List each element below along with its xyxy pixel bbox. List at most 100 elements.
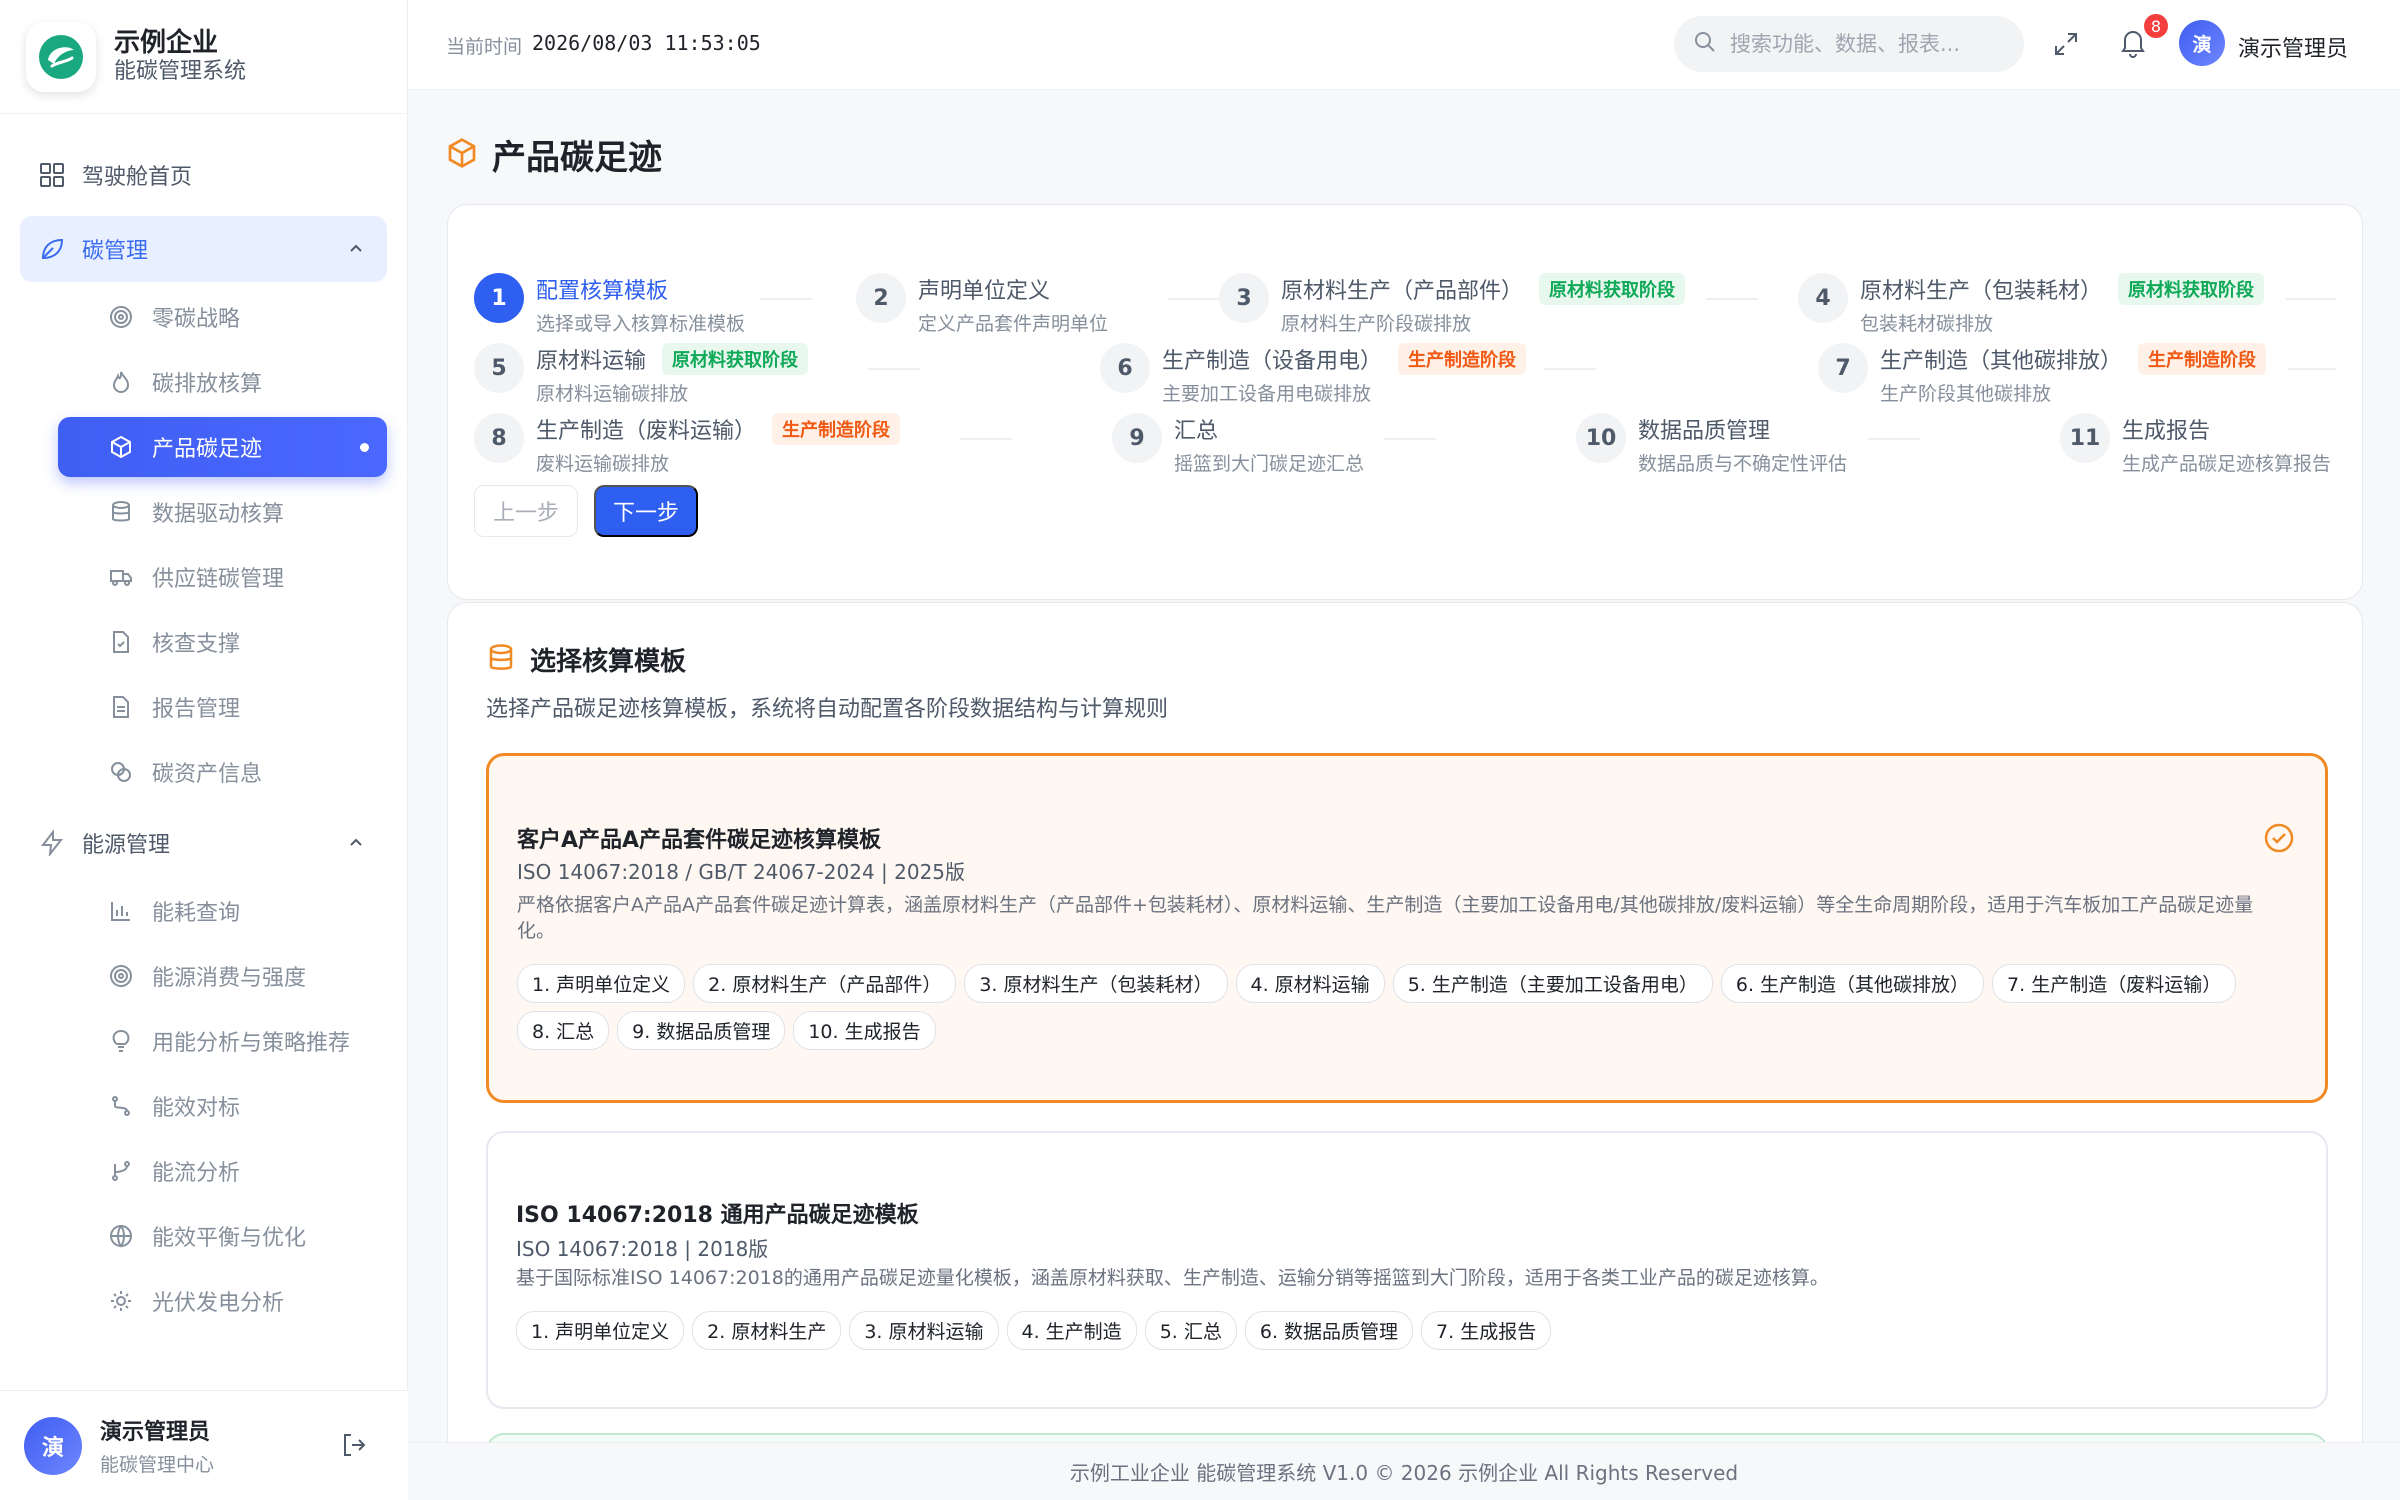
step-4[interactable]: 4 原材料生产（包装耗材） 原材料获取阶段 包装耗材碳排放 [1798,273,2265,336]
sidebar-item-energy-query[interactable]: 能耗查询 [58,881,387,941]
sidebar-item-energy-analysis[interactable]: 用能分析与策略推荐 [58,1011,387,1071]
sidebar-group-label: 能源管理 [82,833,171,858]
next-step-button[interactable]: 下一步 [594,485,698,537]
cube-icon [446,137,478,173]
dashboard-icon [38,161,66,189]
template-option-partial[interactable] [486,1433,2328,1442]
sidebar-item-efficiency-balance[interactable]: 能效平衡与优化 [58,1206,387,1266]
file-check-icon [108,629,134,655]
steps-card: 1 配置核算模板 选择或导入核算标准模板 2 声明单位定义 定义产品套件声明单位… [447,204,2363,600]
step-3[interactable]: 3 原材料生产（产品部件） 原材料获取阶段 原材料生产阶段碳排放 [1219,273,1686,336]
sidebar-item-label: 数据驱动核算 [152,502,285,527]
step-title: 原材料生产（产品部件） [1281,279,1524,304]
step-title: 原材料运输 [536,349,647,374]
sidebar-item-supply-chain[interactable]: 供应链碳管理 [58,547,387,607]
step-number: 6 [1100,343,1150,393]
step-number: 8 [474,413,524,463]
flame-icon [108,369,134,395]
section-title-text: 选择核算模板 [530,647,687,677]
template-option-customer-a[interactable]: 客户A产品A产品套件碳足迹核算模板 ISO 14067:2018 / GB/T … [486,753,2328,1103]
sidebar-item-benchmark[interactable]: 能效对标 [58,1076,387,1136]
sidebar-item-label: 能耗查询 [152,901,241,926]
step-desc: 废料运输碳排放 [536,453,670,475]
brand-name: 示例企业 [114,27,219,58]
step-desc: 摇篮到大门碳足迹汇总 [1174,453,1365,475]
stage-tag: 原材料获取阶段 [1539,273,1686,305]
sidebar-group-carbon[interactable]: 碳管理 [20,216,387,282]
user-role: 能碳管理中心 [100,1454,215,1476]
sidebar-item-pv-analysis[interactable]: 光伏发电分析 [58,1271,387,1331]
header-avatar[interactable]: 演 [2179,20,2225,66]
step-desc: 主要加工设备用电碳排放 [1162,383,1372,405]
step-connector [868,368,920,370]
sidebar-item-label: 报告管理 [152,697,241,722]
step-2[interactable]: 2 声明单位定义 定义产品套件声明单位 [856,273,1108,336]
sidebar-item-product-footprint[interactable]: 产品碳足迹 [58,417,387,477]
stage-tag: 生产制造阶段 [1398,343,1527,375]
template-step-chip: 2. 原材料生产（产品部件） [693,964,957,1003]
template-option-iso14067[interactable]: ISO 14067:2018 通用产品碳足迹模板 ISO 14067:2018 … [486,1131,2328,1409]
step-desc: 原材料运输碳排放 [536,383,689,405]
avatar[interactable]: 演 [24,1416,82,1475]
sidebar-item-zero-carbon[interactable]: 零碳战略 [58,287,387,347]
template-steps-list: 1. 声明单位定义 2. 原材料生产（产品部件） 3. 原材料生产（包装耗材） … [517,964,2307,1050]
notification-bell-icon[interactable]: 8 [2118,14,2168,62]
template-name: 客户A产品A产品套件碳足迹核算模板 [517,828,882,853]
step-desc: 生产阶段其他碳排放 [1880,383,2052,405]
step-number: 7 [1818,343,1868,393]
sidebar-item-verification[interactable]: 核查支撑 [58,612,387,672]
step-number: 3 [1219,273,1269,323]
step-title: 声明单位定义 [918,279,1051,304]
sun-icon [108,1288,134,1314]
sidebar-item-emission-accounting[interactable]: 碳排放核算 [58,352,387,412]
database-icon [486,643,516,677]
step-connector [1168,298,1220,300]
sidebar-item-home[interactable]: 驾驶舱首页 [0,144,407,206]
step-10[interactable]: 10 数据品质管理 数据品质与不确定性评估 [1576,413,1847,476]
template-step-chip: 3. 原材料运输 [849,1311,999,1350]
search-input[interactable] [1730,32,2000,56]
step-9[interactable]: 9 汇总 摇篮到大门碳足迹汇总 [1112,413,1364,476]
sidebar-item-label: 能流分析 [152,1161,241,1186]
stage-tag: 生产制造阶段 [2138,343,2267,375]
sidebar-item-label: 供应链碳管理 [152,567,285,592]
lightbulb-icon [108,1028,134,1054]
page-title: 产品碳足迹 [446,130,662,179]
template-step-chip: 1. 声明单位定义 [517,964,686,1003]
sidebar-item-label: 光伏发电分析 [152,1291,285,1316]
step-number: 1 [474,273,524,323]
brand-logo [26,21,96,92]
section-desc: 选择产品碳足迹核算模板，系统将自动配置各阶段数据结构与计算规则 [486,697,1169,722]
sidebar-item-energy-flow[interactable]: 能流分析 [58,1141,387,1201]
current-time: 2026/08/03 11:53:05 [532,31,761,55]
template-step-chip: 8. 汇总 [517,1011,610,1050]
step-6[interactable]: 6 生产制造（设备用电） 生产制造阶段 主要加工设备用电碳排放 [1100,343,1527,406]
fullscreen-icon[interactable] [2052,30,2080,62]
chevron-up-icon [347,832,365,857]
sidebar-item-energy-intensity[interactable]: 能源消费与强度 [58,946,387,1006]
step-1[interactable]: 1 配置核算模板 选择或导入核算标准模板 [474,273,745,336]
step-title: 生成报告 [2122,419,2211,444]
step-8[interactable]: 8 生产制造（废料运输） 生产制造阶段 废料运输碳排放 [474,413,901,476]
template-desc: 严格依据客户A产品A产品套件碳足迹计算表，涵盖原材料生产（产品部件+包装耗材）、… [517,894,2254,942]
step-5[interactable]: 5 原材料运输 原材料获取阶段 原材料运输碳排放 [474,343,809,406]
step-11[interactable]: 11 生成报告 生成产品碳足迹核算报告 [2060,413,2331,476]
search-box[interactable] [1674,16,2024,72]
brand: 示例企业 能碳管理系统 [0,0,407,114]
prev-step-button[interactable]: 上一步 [474,485,578,537]
header-user-name[interactable]: 演示管理员 [2238,31,2348,63]
logout-icon[interactable] [340,1431,368,1463]
template-step-chip: 5. 汇总 [1144,1311,1237,1350]
step-desc: 生成产品碳足迹核算报告 [2122,453,2332,475]
sidebar-item-data-driven[interactable]: 数据驱动核算 [58,482,387,542]
step-desc: 数据品质与不确定性评估 [1638,453,1848,475]
sidebar-item-reports[interactable]: 报告管理 [58,677,387,737]
sidebar-item-carbon-assets[interactable]: 碳资产信息 [58,742,387,802]
step-7[interactable]: 7 生产制造（其他碳排放） 生产制造阶段 生产阶段其他碳排放 [1818,343,2267,406]
stage-tag: 生产制造阶段 [772,413,901,445]
sidebar: 示例企业 能碳管理系统 驾驶舱首页 碳管理 零碳战略 碳排放核算 产品碳足迹 数… [0,0,408,1500]
brand-subtitle: 能碳管理系统 [114,58,247,84]
sidebar-group-energy[interactable]: 能源管理 [20,810,387,876]
sidebar-item-label: 能效对标 [152,1096,241,1121]
step-title: 生产制造（其他碳排放） [1880,349,2123,374]
